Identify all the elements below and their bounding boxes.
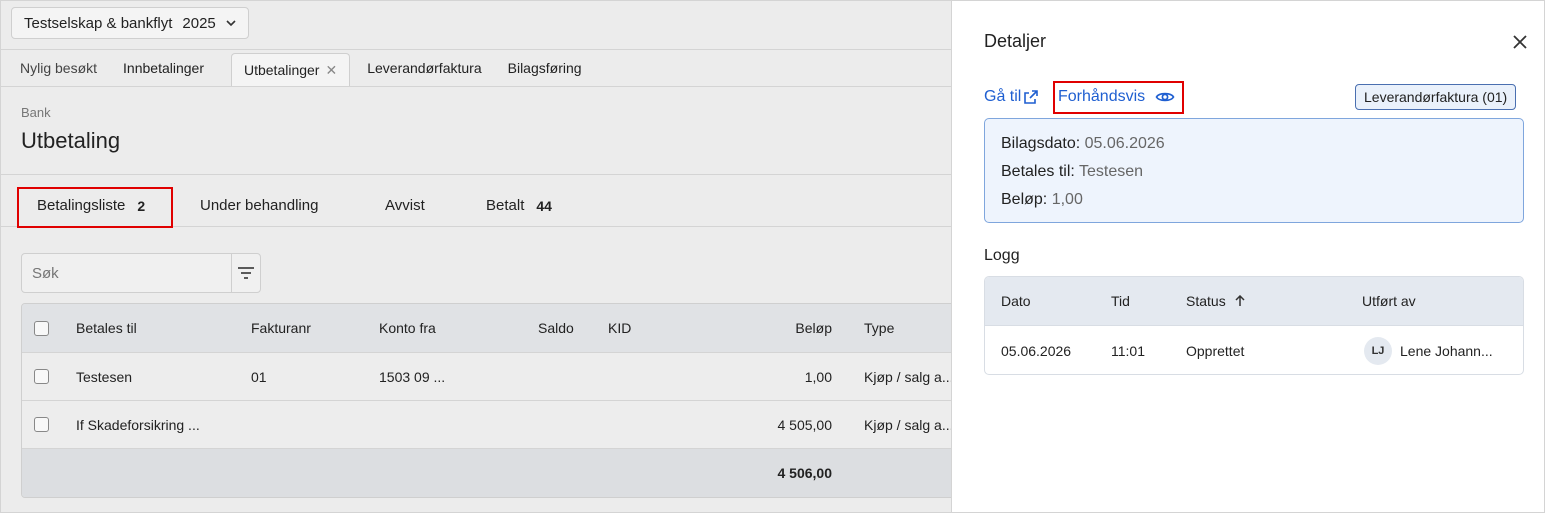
preview-link[interactable]: Forhåndsvis bbox=[1058, 88, 1175, 106]
search-box bbox=[21, 253, 261, 293]
tab-label: Betalt bbox=[486, 197, 525, 214]
nav-tabs: Nylig besøkt Innbetalinger Utbetalinger … bbox=[1, 49, 951, 87]
row-select-cell bbox=[34, 353, 49, 400]
nav-tab-label: Nylig besøkt bbox=[20, 59, 98, 76]
document-badge[interactable]: Leverandørfaktura (01) bbox=[1355, 84, 1517, 110]
nav-tab-leverandorfaktura[interactable]: Leverandørfaktura bbox=[354, 49, 494, 86]
filter-icon bbox=[238, 267, 254, 279]
eye-icon bbox=[1155, 92, 1175, 102]
filter-button[interactable] bbox=[231, 254, 260, 292]
avatar: LJ bbox=[1364, 336, 1392, 365]
breadcrumb[interactable]: Bank bbox=[21, 105, 51, 120]
log-status: Opprettet bbox=[1186, 342, 1245, 359]
page-title: Utbetaling bbox=[21, 128, 121, 153]
goto-label: Gå til bbox=[984, 88, 1022, 105]
info-line-betales-til: Betales til: Testesen bbox=[1001, 161, 1507, 189]
nav-tab-recent[interactable]: Nylig besøkt bbox=[1, 49, 110, 86]
info-line-belop: Beløp: 1,00 bbox=[1001, 189, 1507, 217]
nav-tab-innbetalinger[interactable]: Innbetalinger bbox=[110, 49, 217, 86]
info-value: 05.06.2026 bbox=[1084, 135, 1165, 152]
table-row[interactable]: Testesen 01 1503 09 ... 1,00 Kjøp / salg… bbox=[22, 353, 952, 401]
tab-label: Under behandling bbox=[200, 197, 319, 214]
cell-belop: 4 505,00 bbox=[777, 416, 833, 433]
external-link-icon bbox=[1024, 90, 1039, 104]
column-header[interactable]: KID bbox=[608, 304, 631, 352]
cell-type: Kjøp / salg a... bbox=[864, 416, 952, 433]
log-column-header[interactable]: Dato bbox=[1001, 277, 1031, 325]
close-tab-icon[interactable]: ✕ bbox=[325, 62, 337, 79]
search-input[interactable] bbox=[22, 254, 231, 292]
nav-tab-label: Innbetalinger bbox=[123, 59, 204, 76]
column-header[interactable]: Fakturanr bbox=[251, 304, 311, 352]
cell-type: Kjøp / salg a... bbox=[864, 368, 952, 385]
select-all-checkbox[interactable] bbox=[34, 320, 49, 336]
info-value: 1,00 bbox=[1051, 191, 1083, 208]
row-checkbox[interactable] bbox=[34, 369, 49, 384]
divider bbox=[1, 174, 951, 175]
sort-ascending-icon bbox=[1235, 295, 1245, 306]
table-total-row: 4 506,00 bbox=[22, 449, 951, 497]
close-panel-button[interactable] bbox=[1510, 32, 1530, 52]
column-header[interactable]: Beløp bbox=[722, 304, 832, 352]
column-header[interactable]: Type bbox=[864, 304, 894, 352]
row-checkbox[interactable] bbox=[34, 417, 49, 432]
info-label: Betales til: bbox=[1001, 163, 1075, 180]
info-label: Beløp: bbox=[1001, 191, 1048, 208]
log-column-header[interactable]: Tid bbox=[1111, 277, 1130, 325]
total-amount: 4 506,00 bbox=[777, 465, 833, 481]
goto-link[interactable]: Gå til bbox=[984, 88, 1039, 106]
log-column-header: Status bbox=[1186, 293, 1226, 309]
tab-betalingsliste[interactable]: Betalingsliste 2 bbox=[37, 184, 146, 228]
row-select-cell bbox=[34, 401, 49, 448]
payment-table: Betales til Fakturanr Konto fra Saldo KI… bbox=[21, 303, 952, 498]
status-tabs: Betalingsliste 2 Under behandling Avvist… bbox=[1, 184, 951, 228]
tab-count: 2 bbox=[137, 197, 146, 214]
column-header[interactable]: Konto fra bbox=[379, 304, 436, 352]
log-row: 05.06.2026 11:01 Opprettet LJ Lene Johan… bbox=[985, 326, 1523, 374]
table-row[interactable]: If Skadeforsikring ... 4 505,00 Kjøp / s… bbox=[22, 401, 952, 449]
column-header[interactable]: Saldo bbox=[538, 304, 574, 352]
tab-betalt[interactable]: Betalt 44 bbox=[486, 184, 552, 227]
log-table: Dato Tid Status Utført av 05.06.2026 11:… bbox=[984, 276, 1524, 375]
nav-tab-label: Bilagsføring bbox=[507, 59, 582, 76]
column-header[interactable]: Betales til bbox=[76, 304, 137, 352]
nav-tab-bilagsforing[interactable]: Bilagsføring bbox=[495, 49, 595, 86]
nav-tab-label: Leverandørfaktura bbox=[367, 59, 482, 76]
tab-label: Avvist bbox=[385, 197, 425, 214]
table-header-row: Betales til Fakturanr Konto fra Saldo KI… bbox=[22, 304, 951, 353]
company-name: Testselskap & bankflyt bbox=[24, 14, 173, 32]
details-panel: Detaljer Gå til Forhåndsvis Leverandørfa… bbox=[952, 0, 1545, 513]
info-value: Testesen bbox=[1078, 163, 1144, 180]
select-all-cell bbox=[34, 304, 49, 352]
tab-label: Betalingsliste bbox=[37, 197, 126, 214]
chevron-down-icon bbox=[226, 20, 236, 27]
preview-label: Forhåndsvis bbox=[1058, 88, 1146, 105]
log-user-name: Lene Johann... bbox=[1400, 342, 1493, 359]
cell-betales-til: Testesen bbox=[76, 368, 133, 385]
log-header-row: Dato Tid Status Utført av bbox=[985, 277, 1523, 326]
close-icon bbox=[1513, 35, 1527, 49]
nav-tab-utbetalinger[interactable]: Utbetalinger ✕ bbox=[230, 53, 351, 86]
info-label: Bilagsdato: bbox=[1001, 135, 1081, 152]
company-year: 2025 bbox=[182, 14, 216, 32]
info-line-bilagsdato: Bilagsdato: 05.06.2026 bbox=[1001, 133, 1507, 161]
log-column-status[interactable]: Status bbox=[1186, 277, 1246, 325]
panel-title: Detaljer bbox=[984, 31, 1047, 51]
company-selector[interactable]: Testselskap & bankflyt 2025 bbox=[11, 7, 249, 39]
log-dato: 05.06.2026 bbox=[1001, 342, 1072, 359]
log-title: Logg bbox=[984, 247, 1020, 264]
log-user: LJ Lene Johann... bbox=[1364, 326, 1493, 374]
info-box: Bilagsdato: 05.06.2026 Betales til: Test… bbox=[984, 118, 1524, 223]
cell-belop: 1,00 bbox=[804, 368, 832, 385]
cell-betales-til: If Skadeforsikring ... bbox=[76, 416, 200, 433]
tab-under-behandling[interactable]: Under behandling bbox=[200, 184, 318, 227]
log-column-header[interactable]: Utført av bbox=[1362, 277, 1416, 325]
tab-avvist[interactable]: Avvist bbox=[385, 184, 425, 227]
main-app-area: Testselskap & bankflyt 2025 Nylig besøkt… bbox=[0, 0, 952, 513]
tab-count: 44 bbox=[536, 197, 552, 214]
cell-konto-fra: 1503 09 ... bbox=[379, 368, 446, 385]
cell-fakturanr: 01 bbox=[251, 368, 267, 385]
log-tid: 11:01 bbox=[1111, 342, 1145, 359]
nav-tab-label: Utbetalinger bbox=[243, 62, 320, 78]
